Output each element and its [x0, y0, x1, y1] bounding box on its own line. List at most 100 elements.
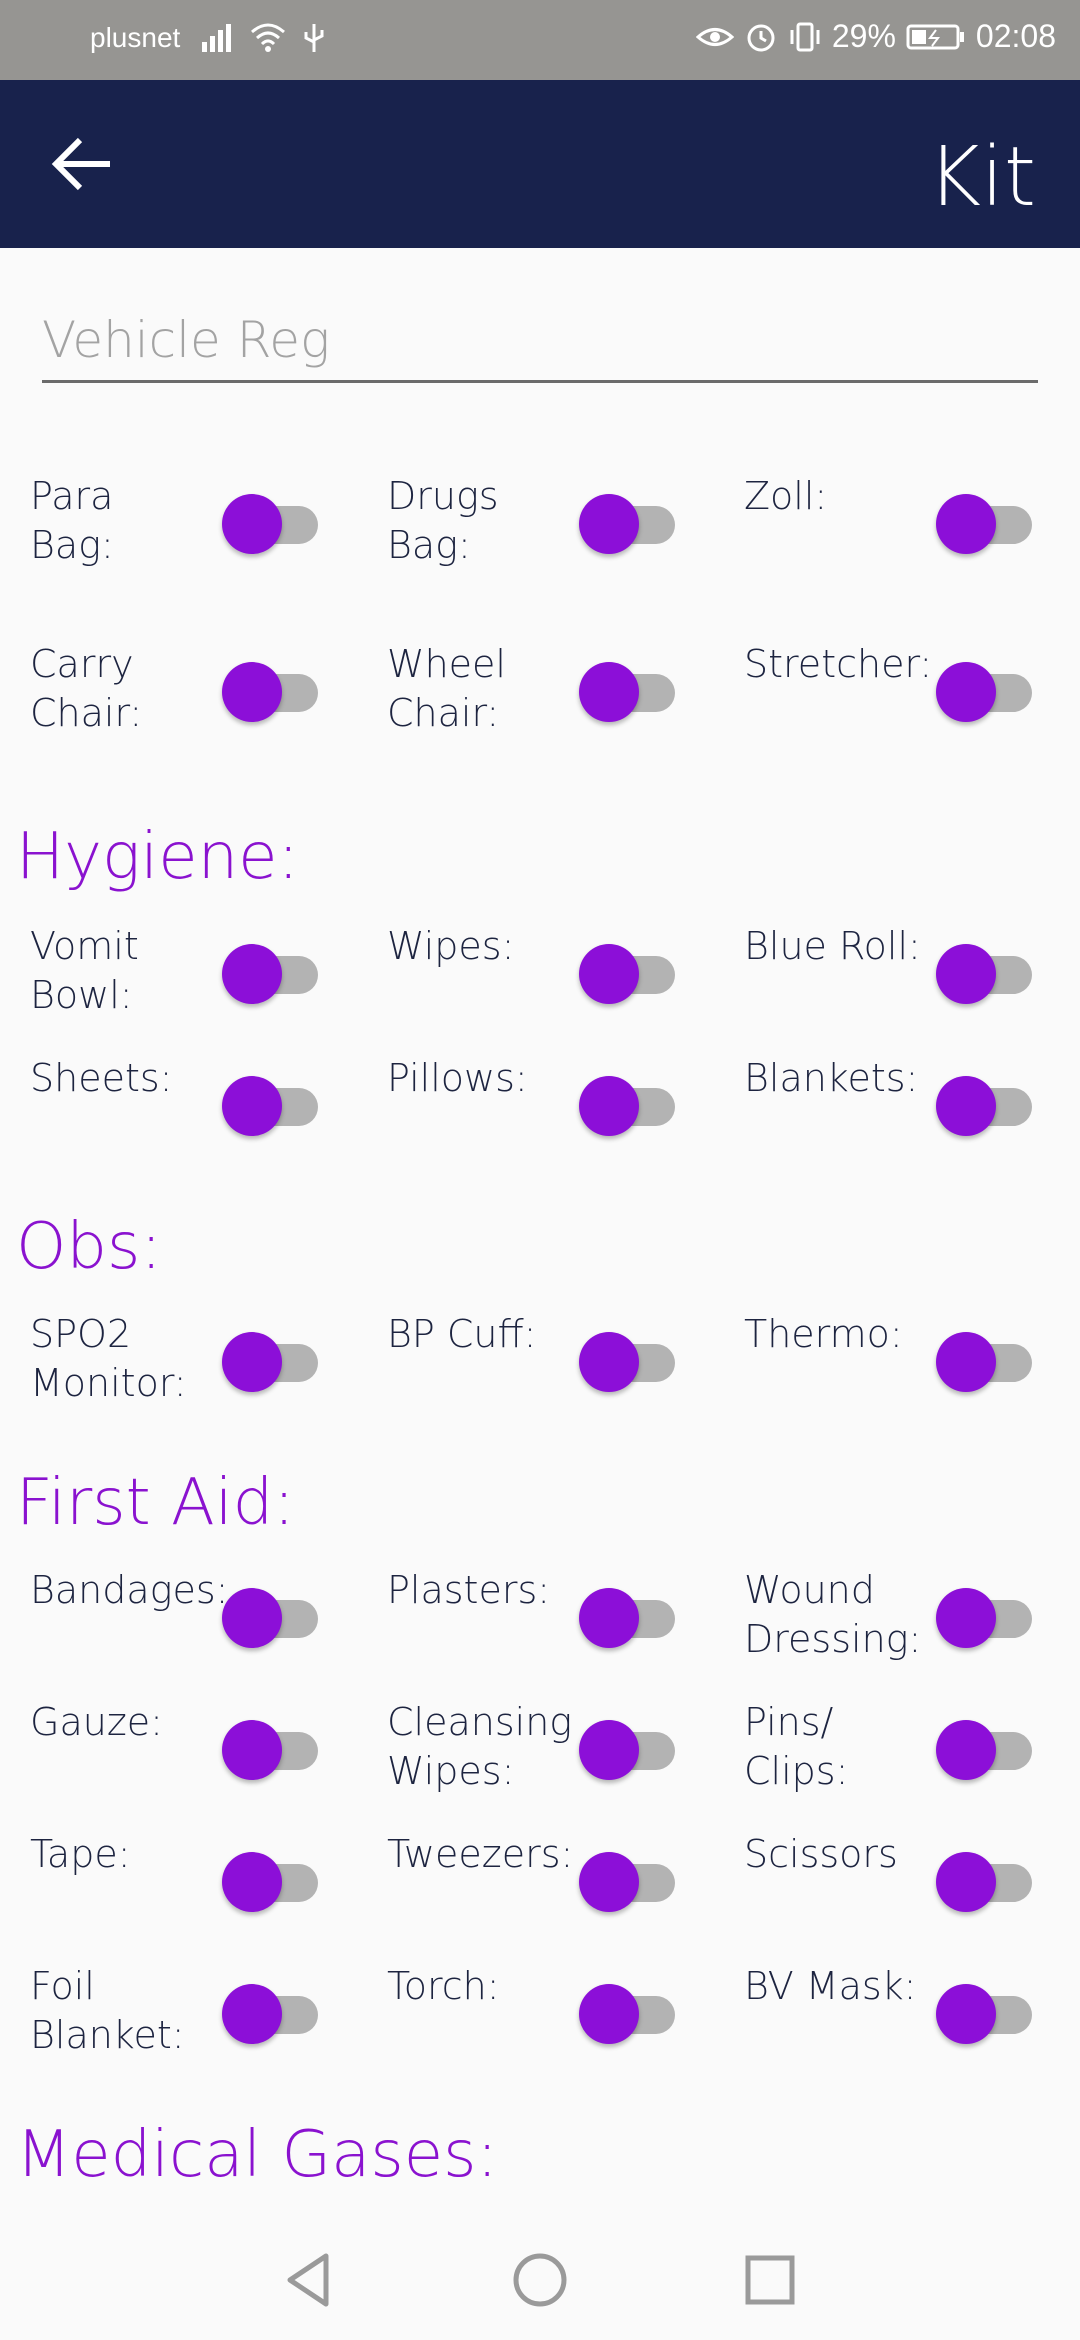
kit-item-label: Tape:: [30, 1832, 131, 1876]
toggle-thumb: [579, 1984, 639, 2044]
kit-item-toggle[interactable]: [579, 1974, 677, 2044]
vibrate-icon: [790, 22, 820, 51]
kit-item-label: Stretcher:: [744, 642, 933, 686]
toggle-thumb: [579, 1720, 639, 1780]
vehicle-reg-input[interactable]: [42, 300, 1038, 383]
toggle-thumb: [936, 944, 996, 1004]
carrier-name: plusnet: [90, 22, 181, 53]
usb-icon: [304, 24, 324, 52]
toggle-thumb: [579, 662, 639, 722]
kit-item-toggle[interactable]: [579, 934, 677, 1004]
kit-item-label: Torch:: [387, 1964, 500, 2008]
kit-item-label: Drugs Bag:: [387, 474, 499, 567]
toggle-thumb: [579, 1332, 639, 1392]
kit-item-toggle[interactable]: [222, 1322, 320, 1392]
kit-item-toggle[interactable]: [579, 1710, 677, 1780]
battery-percent: 29%: [831, 18, 896, 54]
kit-item-label: Sheets:: [30, 1056, 173, 1100]
kit-item-toggle[interactable]: [222, 1842, 320, 1912]
toggle-thumb: [222, 494, 282, 554]
kit-item-label: Bandages:: [30, 1568, 229, 1612]
kit-item-toggle[interactable]: [579, 1842, 677, 1912]
recents-square-icon[interactable]: [740, 2250, 800, 2310]
kit-item-toggle[interactable]: [936, 484, 1034, 554]
kit-item-label: Pins/ Clips:: [744, 1700, 849, 1793]
eye-icon: [695, 27, 734, 46]
toggle-thumb: [936, 494, 996, 554]
wifi-icon: [251, 23, 285, 52]
kit-item-label: Blankets:: [744, 1056, 919, 1100]
back-triangle-icon[interactable]: [280, 2250, 340, 2310]
toggle-thumb: [222, 1984, 282, 2044]
kit-item-toggle[interactable]: [222, 1578, 320, 1648]
toggle-thumb: [222, 1852, 282, 1912]
kit-item-label: Cleansing Wipes:: [387, 1700, 573, 1793]
page-title: Kit: [927, 130, 1036, 225]
kit-item-label: Carry Chair:: [30, 642, 143, 735]
kit-item-label: Zoll:: [744, 474, 828, 518]
home-circle-icon[interactable]: [510, 2250, 570, 2310]
kit-item-label: Tweezers:: [387, 1832, 574, 1876]
alarm-icon: [747, 24, 775, 51]
kit-item-toggle[interactable]: [936, 652, 1034, 722]
toggle-thumb: [936, 1332, 996, 1392]
toggle-thumb: [579, 944, 639, 1004]
kit-item-toggle[interactable]: [579, 1066, 677, 1136]
section-title-first-aid: First Aid:: [16, 1466, 295, 1540]
kit-item-label: Vomit Bowl:: [30, 924, 139, 1017]
kit-item-label: Pillows:: [387, 1056, 528, 1100]
kit-item-toggle[interactable]: [936, 1322, 1034, 1392]
kit-item-toggle[interactable]: [222, 1710, 320, 1780]
kit-item-toggle[interactable]: [936, 1578, 1034, 1648]
signal-icon: [202, 24, 231, 52]
toggle-thumb: [936, 1984, 996, 2044]
status-bar: plusnet 29% 02:08: [0, 0, 1080, 80]
toggle-thumb: [579, 1588, 639, 1648]
kit-item-label: Scissors: [744, 1832, 898, 1876]
kit-item-toggle[interactable]: [579, 652, 677, 722]
kit-item-toggle[interactable]: [579, 1578, 677, 1648]
kit-item-toggle[interactable]: [579, 484, 677, 554]
section-title-hygiene: Hygiene:: [16, 820, 300, 894]
kit-item-toggle[interactable]: [936, 1842, 1034, 1912]
toggle-thumb: [222, 1720, 282, 1780]
system-nav-bar: [0, 2220, 1080, 2340]
kit-item-label: Wheel Chair:: [387, 642, 506, 735]
toggle-thumb: [936, 662, 996, 722]
kit-item-label: Foil Blanket:: [30, 1964, 185, 2057]
kit-item-toggle[interactable]: [222, 1066, 320, 1136]
toggle-thumb: [936, 1076, 996, 1136]
toggle-thumb: [936, 1588, 996, 1648]
section-title-obs: Obs:: [16, 1210, 162, 1284]
kit-item-label: Plasters:: [387, 1568, 551, 1612]
kit-item-toggle[interactable]: [222, 652, 320, 722]
kit-item-label: Para Bag:: [30, 474, 114, 567]
toggle-thumb: [222, 662, 282, 722]
kit-item-toggle[interactable]: [222, 1974, 320, 2044]
kit-item-toggle[interactable]: [222, 934, 320, 1004]
section-title-medical-gases: Medical Gases:: [16, 2118, 498, 2192]
kit-item-label: Gauze:: [30, 1700, 163, 1744]
kit-item-label: Blue Roll:: [744, 924, 921, 968]
kit-item-toggle[interactable]: [222, 484, 320, 554]
kit-item-toggle[interactable]: [579, 1322, 677, 1392]
battery-icon: [906, 24, 964, 49]
toggle-thumb: [936, 1852, 996, 1912]
kit-item-toggle[interactable]: [936, 1710, 1034, 1780]
toggle-thumb: [579, 494, 639, 554]
toggle-thumb: [222, 1076, 282, 1136]
status-time: 02:08: [975, 18, 1056, 54]
toggle-thumb: [579, 1076, 639, 1136]
kit-item-label: Thermo:: [744, 1312, 903, 1356]
arrow-left-icon[interactable]: [48, 134, 118, 194]
kit-item-toggle[interactable]: [936, 934, 1034, 1004]
toggle-thumb: [936, 1720, 996, 1780]
toggle-thumb: [222, 1588, 282, 1648]
toggle-thumb: [579, 1852, 639, 1912]
kit-item-label: SPO2 Monitor:: [30, 1312, 187, 1405]
kit-item-label: Wound Dressing:: [744, 1568, 922, 1661]
kit-item-toggle[interactable]: [936, 1066, 1034, 1136]
kit-item-label: Wipes:: [387, 924, 515, 968]
kit-item-toggle[interactable]: [936, 1974, 1034, 2044]
kit-item-label: BP Cuff:: [387, 1312, 537, 1356]
